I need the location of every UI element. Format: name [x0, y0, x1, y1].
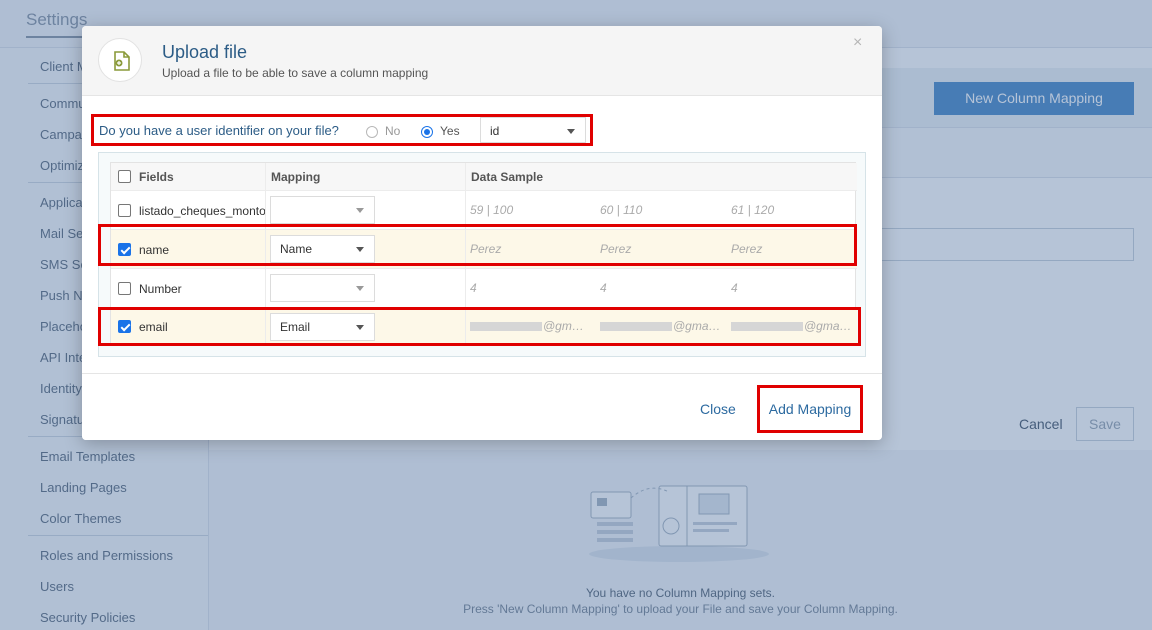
data-sample-1: 4: [470, 281, 477, 295]
identifier-yes-radio[interactable]: [421, 126, 433, 138]
upload-file-modal: Upload file Upload a file to be able to …: [82, 26, 882, 440]
row-checkbox[interactable]: [118, 282, 131, 295]
upload-file-icon: [98, 38, 142, 82]
highlight-name-row: [98, 224, 857, 266]
header-fields: Fields: [139, 170, 174, 184]
user-identifier-question: Do you have a user identifier on your fi…: [99, 123, 339, 138]
close-button[interactable]: Close: [700, 401, 736, 417]
table-header-row: Fields Mapping Data Sample: [111, 163, 857, 191]
data-sample-2: 4: [600, 281, 607, 295]
identifier-no-label[interactable]: No: [385, 124, 400, 138]
header-mapping: Mapping: [271, 170, 321, 184]
highlight-email-row: [98, 307, 861, 346]
mapping-select[interactable]: [270, 274, 375, 302]
identifier-column-select[interactable]: id: [480, 117, 586, 143]
header-data-sample: Data Sample: [471, 170, 544, 184]
chevron-down-icon: [567, 129, 575, 134]
field-name: listado_cheques_monto: [139, 204, 265, 218]
select-all-checkbox[interactable]: [118, 170, 131, 183]
modal-header: Upload file Upload a file to be able to …: [82, 26, 882, 96]
modal-footer: Close Add Mapping: [82, 373, 882, 440]
modal-subtitle: Upload a file to be able to save a colum…: [162, 66, 429, 80]
add-mapping-button[interactable]: Add Mapping: [757, 385, 863, 433]
close-icon[interactable]: ×: [853, 34, 862, 52]
identifier-column-value: id: [490, 124, 500, 138]
row-checkbox[interactable]: [118, 204, 131, 217]
field-name: Number: [139, 282, 182, 296]
chevron-down-icon: [356, 208, 364, 213]
data-sample-3: 61 | 120: [731, 203, 775, 217]
identifier-yes-label[interactable]: Yes: [440, 124, 460, 138]
mapping-select[interactable]: [270, 196, 375, 224]
modal-title: Upload file: [162, 42, 248, 62]
data-sample-2: 60 | 110: [600, 203, 643, 217]
data-sample-3: 4: [731, 281, 738, 295]
data-sample-1: 59 | 100: [470, 203, 514, 217]
table-row: Number 4 4 4: [111, 269, 857, 308]
chevron-down-icon: [356, 286, 364, 291]
user-identifier-row: Do you have a user identifier on your fi…: [91, 114, 593, 146]
identifier-no-radio[interactable]: [366, 126, 378, 138]
